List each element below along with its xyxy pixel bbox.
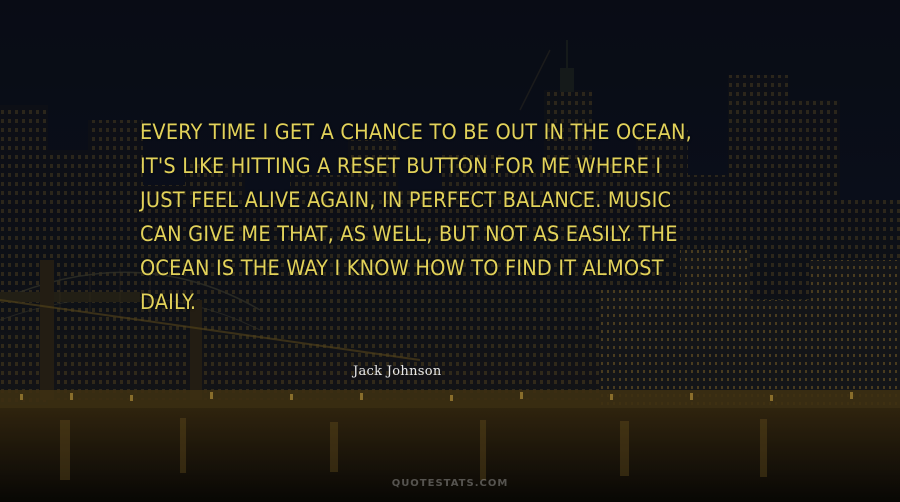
quote-author: Jack Johnson	[353, 364, 442, 379]
quote-line: JUST FEEL ALIVE AGAIN, IN PERFECT BALANC…	[140, 188, 672, 213]
quote-card: EVERY TIME I GET A CHANCE TO BE OUT IN T…	[0, 0, 900, 502]
quote-line: EVERY TIME I GET A CHANCE TO BE OUT IN T…	[140, 120, 693, 145]
quote-line: CAN GIVE ME THAT, AS WELL, BUT NOT AS EA…	[140, 222, 678, 247]
quote-line: DAILY.	[140, 290, 197, 315]
site-watermark: QUOTESTATS.COM	[391, 478, 509, 489]
quote-text: EVERY TIME I GET A CHANCE TO BE OUT IN T…	[140, 116, 780, 320]
quote-line: IT'S LIKE HITTING A RESET BUTTON FOR ME …	[140, 154, 662, 179]
quote-line: OCEAN IS THE WAY I KNOW HOW TO FIND IT A…	[140, 256, 664, 281]
